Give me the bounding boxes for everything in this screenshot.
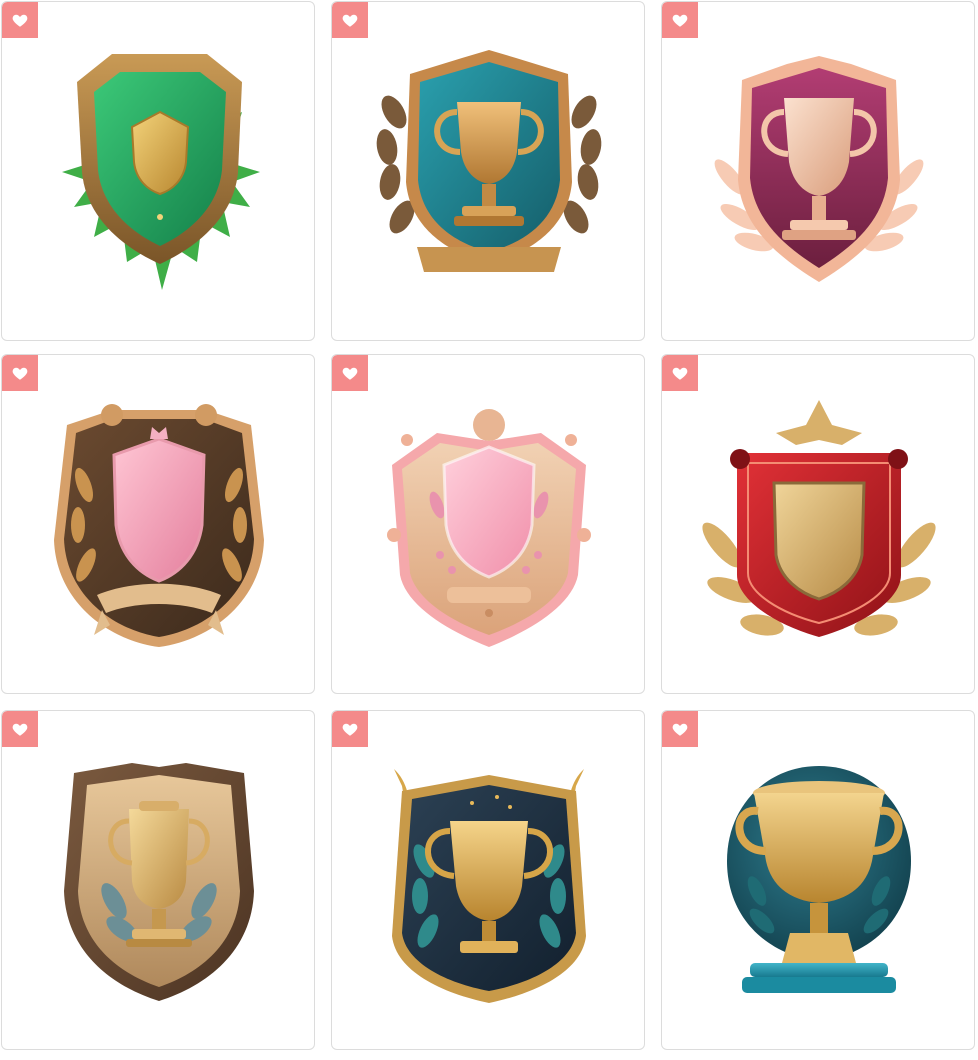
gallery-card[interactable] (331, 1, 645, 341)
dark-trophy-shield-badge-icon (392, 769, 586, 1003)
gallery-card[interactable] (661, 354, 975, 694)
gallery-card[interactable] (331, 354, 645, 694)
gallery-card[interactable] (661, 1, 975, 341)
gallery-card[interactable] (661, 710, 975, 1050)
green-shield-badge-icon (62, 54, 260, 290)
gallery-card[interactable] (1, 1, 315, 341)
pink-shield-laurel-badge-icon (54, 404, 264, 647)
gallery-card[interactable] (1, 354, 315, 694)
teal-trophy-medallion-icon (727, 766, 911, 993)
gallery-card[interactable] (331, 710, 645, 1050)
red-gold-shield-badge-icon (702, 400, 936, 637)
gallery-card[interactable] (1, 710, 315, 1050)
pink-shield-crest-badge-icon (387, 409, 591, 647)
teal-trophy-laurel-badge-icon (376, 50, 602, 272)
brown-trophy-shield-badge-icon (64, 763, 254, 1001)
icon-gallery-grid (0, 0, 978, 1060)
pink-trophy-badge-icon (714, 56, 924, 282)
